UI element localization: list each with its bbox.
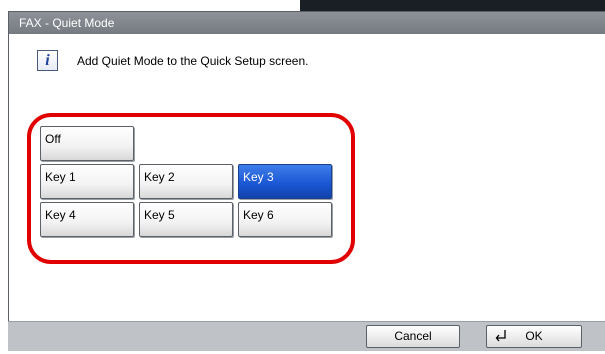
enter-icon <box>495 330 506 342</box>
cancel-label: Cancel <box>394 329 432 343</box>
ok-button[interactable]: OK <box>486 325 582 348</box>
ok-label: OK <box>525 329 543 343</box>
key-3-button[interactable]: Key 3 <box>238 164 332 199</box>
key-4-button[interactable]: Key 4 <box>40 202 134 237</box>
key-2-button[interactable]: Key 2 <box>139 164 233 199</box>
cancel-button[interactable]: Cancel <box>366 325 460 348</box>
info-icon: i <box>37 50 58 71</box>
action-bar: Cancel OK <box>8 321 605 351</box>
dialog-window: FAX - Quiet Mode i Add Quiet Mode to the… <box>8 11 605 351</box>
window-title: FAX - Quiet Mode <box>9 12 605 34</box>
key-off-button[interactable]: Off <box>40 126 134 161</box>
key-6-button[interactable]: Key 6 <box>238 202 332 237</box>
top-strip <box>0 0 605 11</box>
key-5-button[interactable]: Key 5 <box>139 202 233 237</box>
key-1-button[interactable]: Key 1 <box>40 164 134 199</box>
top-dark-band <box>300 0 605 11</box>
info-message: Add Quiet Mode to the Quick Setup screen… <box>77 54 309 68</box>
